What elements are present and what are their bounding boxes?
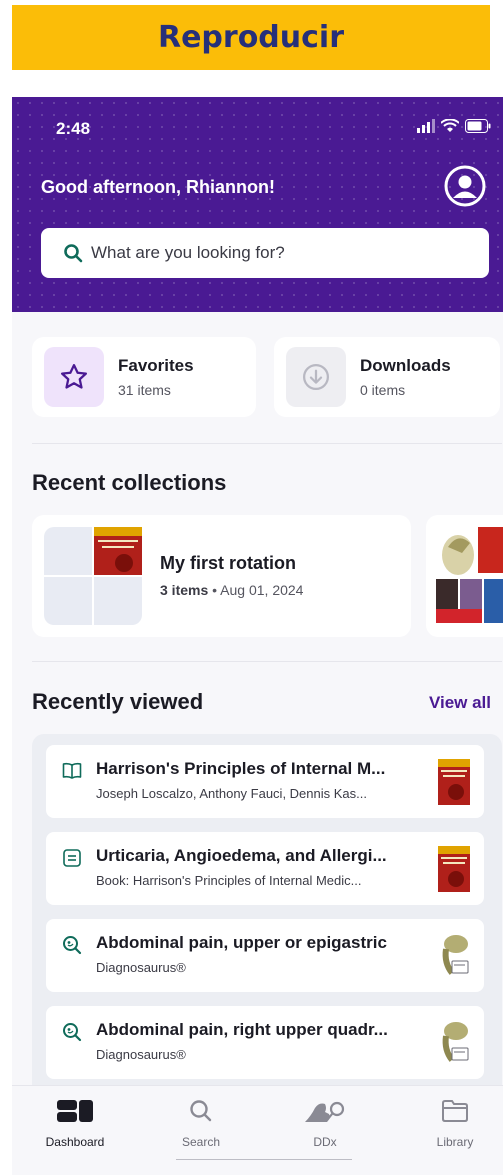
ddx-search-icon (63, 1023, 82, 1042)
user-circle-icon[interactable] (444, 165, 486, 207)
tab-ddx[interactable]: DDx (280, 1098, 370, 1149)
downloads-icon-tile (286, 347, 346, 407)
recent-collections-title: Recent collections (32, 470, 227, 495)
bottom-tab-bar: Dashboard Search DDx Library (12, 1085, 503, 1175)
recently-viewed-title: Recently viewed (32, 689, 204, 714)
list-item[interactable]: Abdominal pain, right upper quadr... Dia… (46, 1006, 484, 1079)
item-subtitle: Joseph Loscalzo, Anthony Fauci, Dennis K… (96, 786, 367, 801)
item-subtitle: Diagnosaurus® (96, 1047, 186, 1062)
collection-title: My first rotation (160, 553, 297, 573)
tab-library[interactable]: Library (410, 1098, 500, 1149)
item-title: Abdominal pain, upper or epigastric (96, 933, 387, 952)
reproduce-label: Reproducir (157, 20, 345, 55)
collection-thumbnail-grid (44, 527, 142, 625)
tab-label: Library (436, 1135, 474, 1149)
status-icons (417, 119, 491, 133)
downloads-card[interactable]: Downloads 0 items (274, 337, 500, 417)
tab-label: Search (181, 1135, 221, 1149)
collection-card-partial[interactable] (426, 515, 503, 637)
signal-icon (417, 119, 435, 133)
greeting-text: Good afternoon, Rhiannon! (41, 177, 275, 197)
meta-separator: • (212, 582, 221, 598)
tab-dashboard[interactable]: Dashboard (30, 1098, 120, 1149)
dinosaur-icon (305, 1101, 345, 1122)
battery-icon (465, 119, 491, 133)
divider (32, 661, 502, 662)
collection-count: 3 items (160, 582, 209, 598)
view-all-link[interactable]: View all (429, 693, 491, 713)
favorites-count: 31 items (118, 382, 171, 398)
search-icon (190, 1100, 212, 1122)
dashboard-header: 2:48 Good afternoon, Rhiannon! What are … (12, 97, 503, 312)
divider (32, 443, 502, 444)
download-icon (303, 364, 329, 390)
favorites-icon-tile (44, 347, 104, 407)
diagnosaurus-logo (442, 935, 469, 975)
item-title: Urticaria, Angioedema, and Allergi... (96, 846, 387, 865)
folder-icon (442, 1100, 468, 1122)
list-item[interactable]: Harrison's Principles of Internal M... J… (46, 745, 484, 818)
app-screen: 2:48 Good afternoon, Rhiannon! What are … (12, 97, 503, 1175)
chapter-icon (63, 849, 81, 867)
search-icon (64, 244, 83, 263)
search-placeholder: What are you looking for? (91, 243, 285, 262)
book-cover-thumbnail (438, 846, 470, 892)
favorites-title: Favorites (118, 356, 194, 375)
collection-card[interactable]: My first rotation 3 items • Aug 01, 2024 (32, 515, 411, 637)
list-item[interactable]: Abdominal pain, upper or epigastric Diag… (46, 919, 484, 992)
home-indicator (176, 1159, 352, 1160)
downloads-count: 0 items (360, 382, 406, 398)
diagnosaurus-logo (442, 1022, 469, 1062)
book-cover-thumbnail (94, 527, 142, 575)
item-subtitle: Book: Harrison's Principles of Internal … (96, 873, 362, 888)
tab-label: DDx (313, 1135, 337, 1149)
search-input[interactable]: What are you looking for? (41, 228, 489, 278)
downloads-title: Downloads (360, 356, 451, 375)
tab-label: Dashboard (45, 1135, 105, 1149)
item-subtitle: Diagnosaurus® (96, 960, 186, 975)
item-title: Abdominal pain, right upper quadr... (96, 1020, 388, 1039)
star-icon (61, 364, 87, 389)
book-cover-thumbnail (438, 759, 470, 805)
dashboard-icon (57, 1100, 93, 1122)
tab-search[interactable]: Search (156, 1098, 246, 1149)
item-title: Harrison's Principles of Internal M... (96, 759, 386, 778)
reproduce-banner[interactable]: Reproducir (12, 5, 490, 70)
collection-meta: 3 items • Aug 01, 2024 (160, 582, 303, 598)
ddx-search-icon (63, 936, 82, 955)
wifi-icon (441, 119, 459, 132)
status-time: 2:48 (56, 119, 91, 138)
favorites-card[interactable]: Favorites 31 items (32, 337, 256, 417)
book-icon (62, 762, 82, 779)
list-item[interactable]: Urticaria, Angioedema, and Allergi... Bo… (46, 832, 484, 905)
collection-date: Aug 01, 2024 (220, 582, 304, 598)
